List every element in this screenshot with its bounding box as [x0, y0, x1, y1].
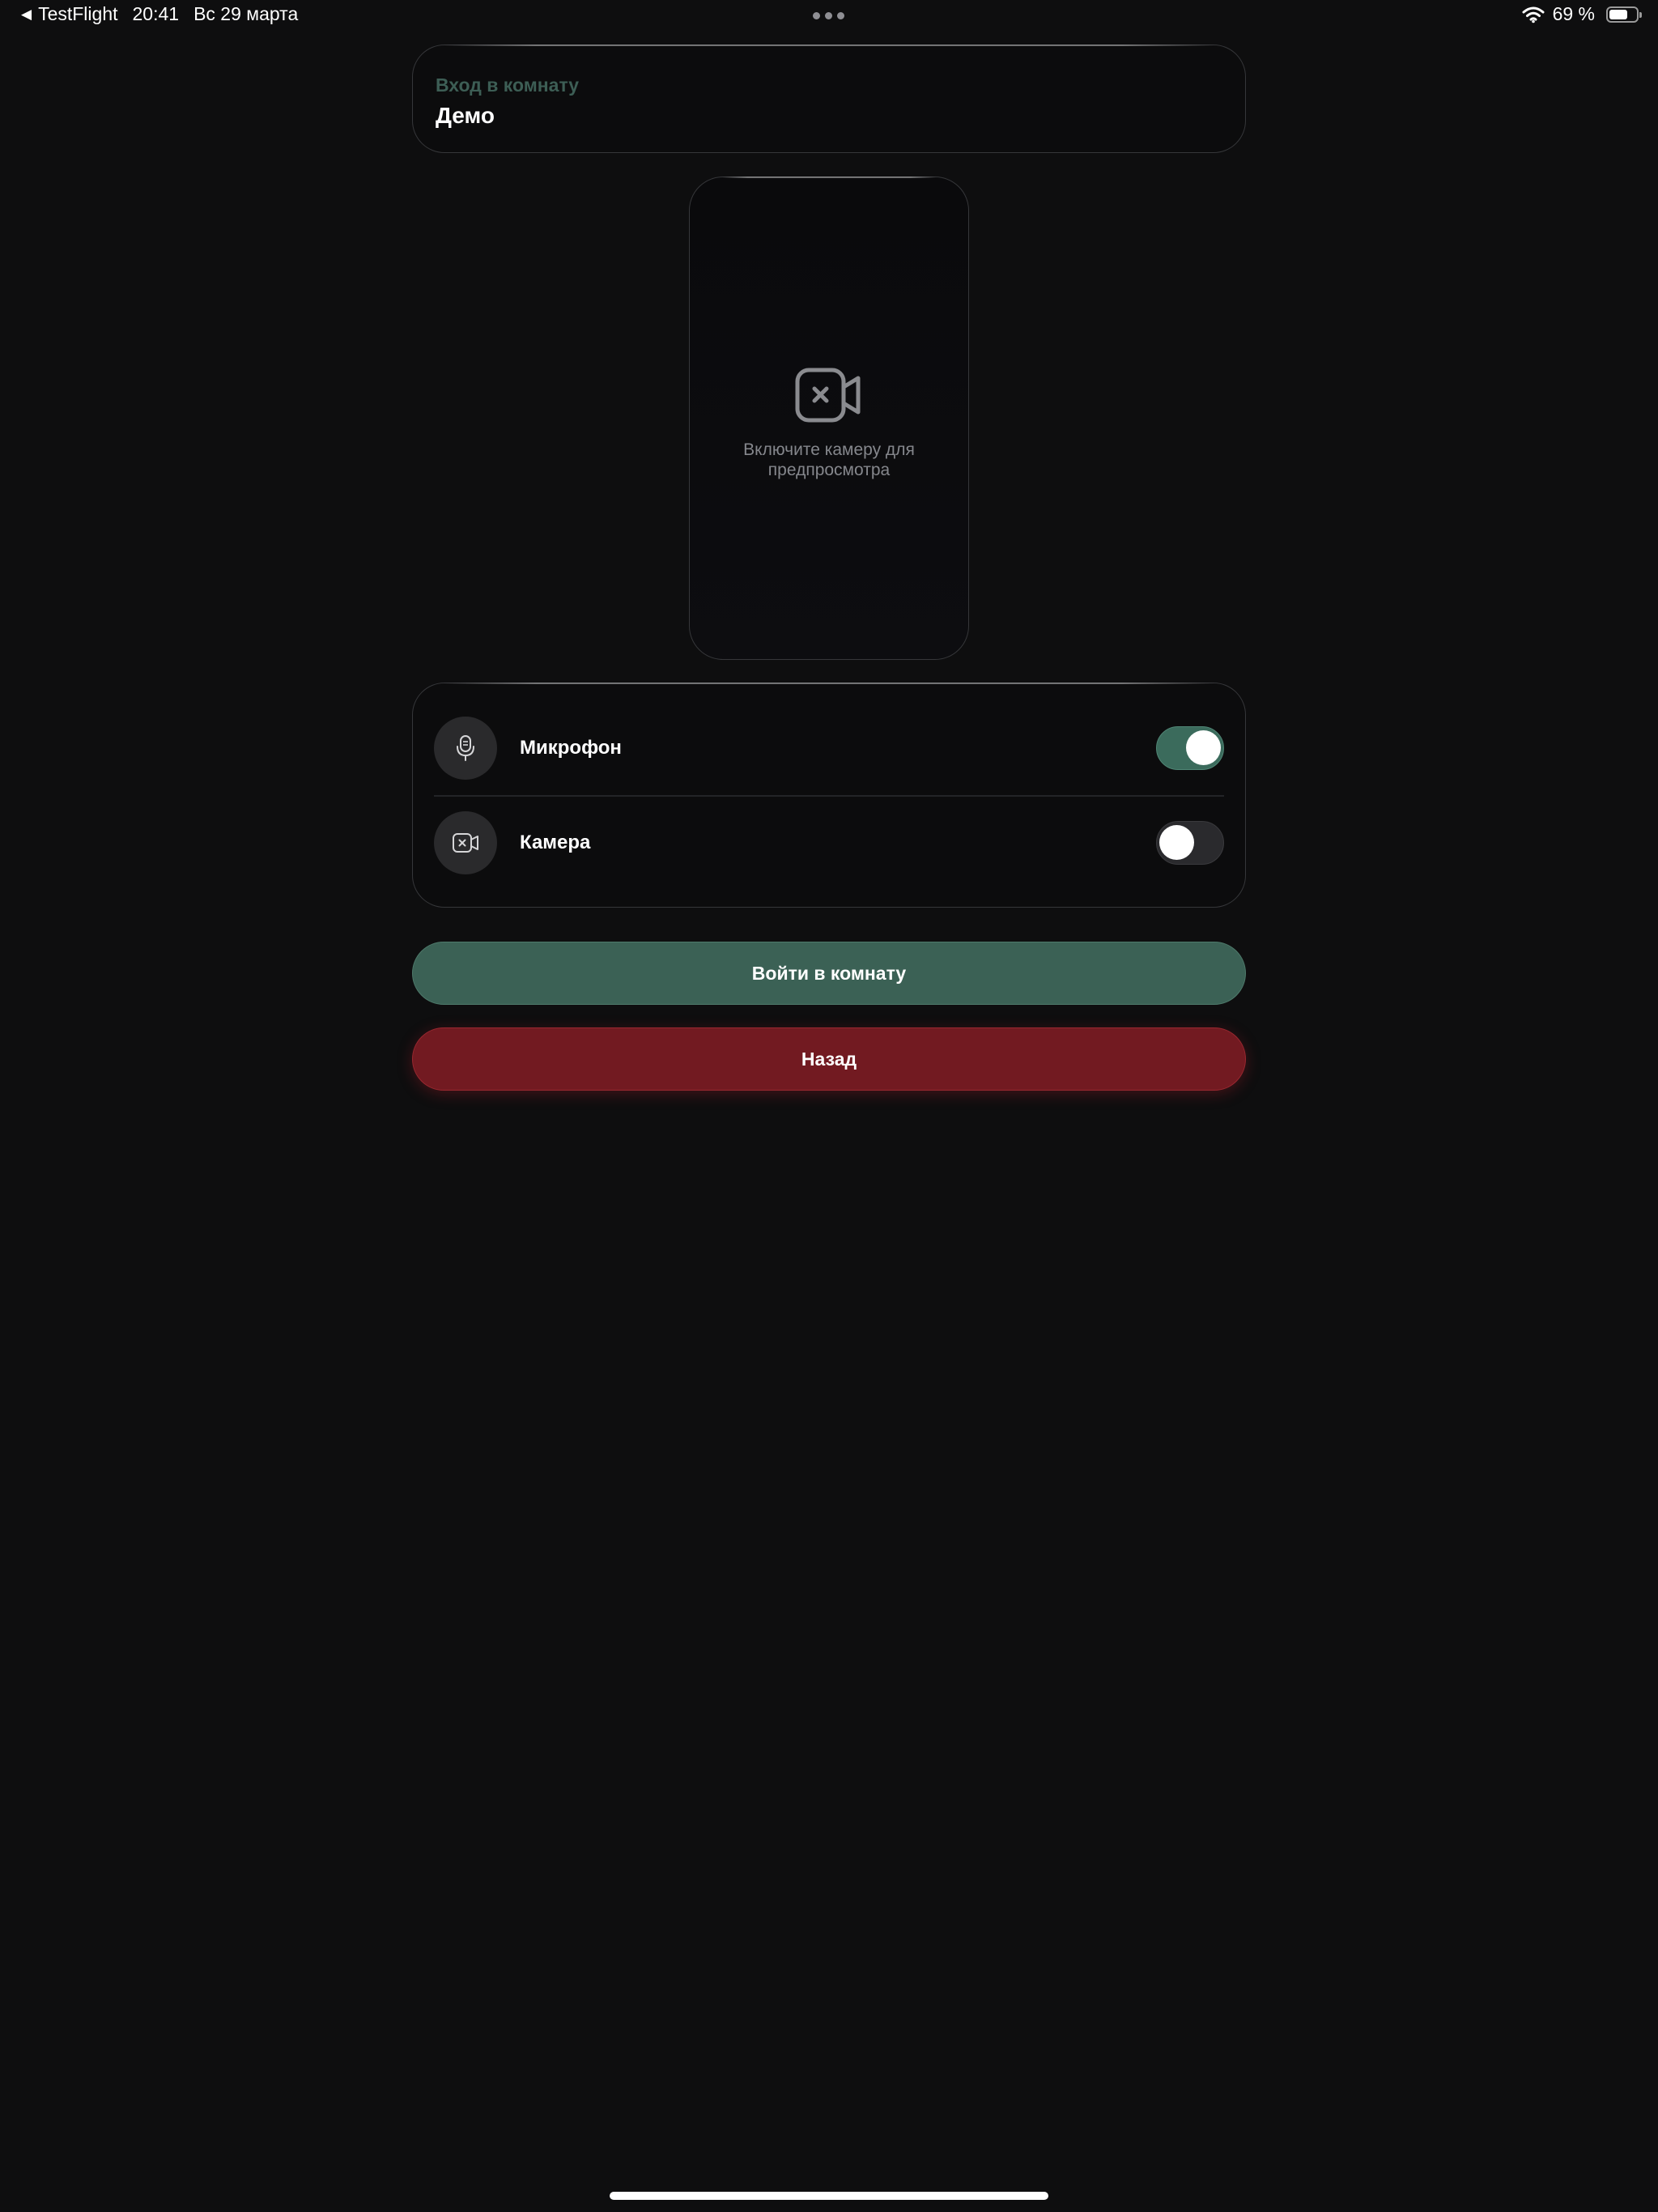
battery-percent: 69 %: [1552, 3, 1595, 24]
camera-label: Камера: [520, 832, 591, 853]
back-button[interactable]: Назад: [412, 1027, 1246, 1091]
battery-icon: [1606, 6, 1642, 23]
camera-off-icon: [795, 368, 861, 423]
room-name: Демо: [436, 103, 495, 128]
status-bar-right: 69 %: [1522, 3, 1642, 25]
toggle-knob: [1159, 825, 1194, 860]
wifi-icon: [1522, 6, 1545, 23]
join-room-button[interactable]: Войти в комнату: [412, 942, 1246, 1005]
back-triangle-icon[interactable]: ◀: [21, 6, 32, 23]
preview-hint-text: Включите камеру для предпросмотра: [743, 440, 915, 479]
room-subtitle: Вход в комнату: [436, 74, 580, 96]
microphone-toggle[interactable]: [1156, 726, 1224, 770]
camera-icon-container: [434, 811, 497, 874]
media-controls-card: Микрофон Камера: [412, 683, 1246, 908]
status-bar-left: ◀ TestFlight 20:41 Вс 29 марта: [21, 3, 298, 25]
status-bar: ◀ TestFlight 20:41 Вс 29 марта 69 %: [0, 0, 1658, 34]
microphone-row: Микрофон: [434, 717, 1224, 780]
toggle-knob: [1186, 730, 1221, 765]
microphone-label: Микрофон: [520, 737, 622, 759]
camera-preview: Включите камеру для предпросмотра: [689, 177, 969, 660]
home-indicator[interactable]: [610, 2192, 1048, 2200]
battery-level: [1609, 9, 1628, 19]
divider: [434, 795, 1224, 797]
microphone-icon-container: [434, 717, 497, 780]
room-header-card: Вход в комнату Демо: [412, 45, 1246, 153]
camera-toggle[interactable]: [1156, 821, 1224, 865]
camera-off-icon: [453, 833, 478, 853]
status-time: 20:41: [132, 3, 180, 24]
microphone-icon: [457, 735, 474, 761]
multitasking-dots-icon[interactable]: [813, 12, 844, 19]
camera-row: Камера: [434, 811, 1224, 874]
back-app-link[interactable]: TestFlight: [38, 3, 117, 25]
status-date: Вс 29 марта: [193, 3, 299, 24]
